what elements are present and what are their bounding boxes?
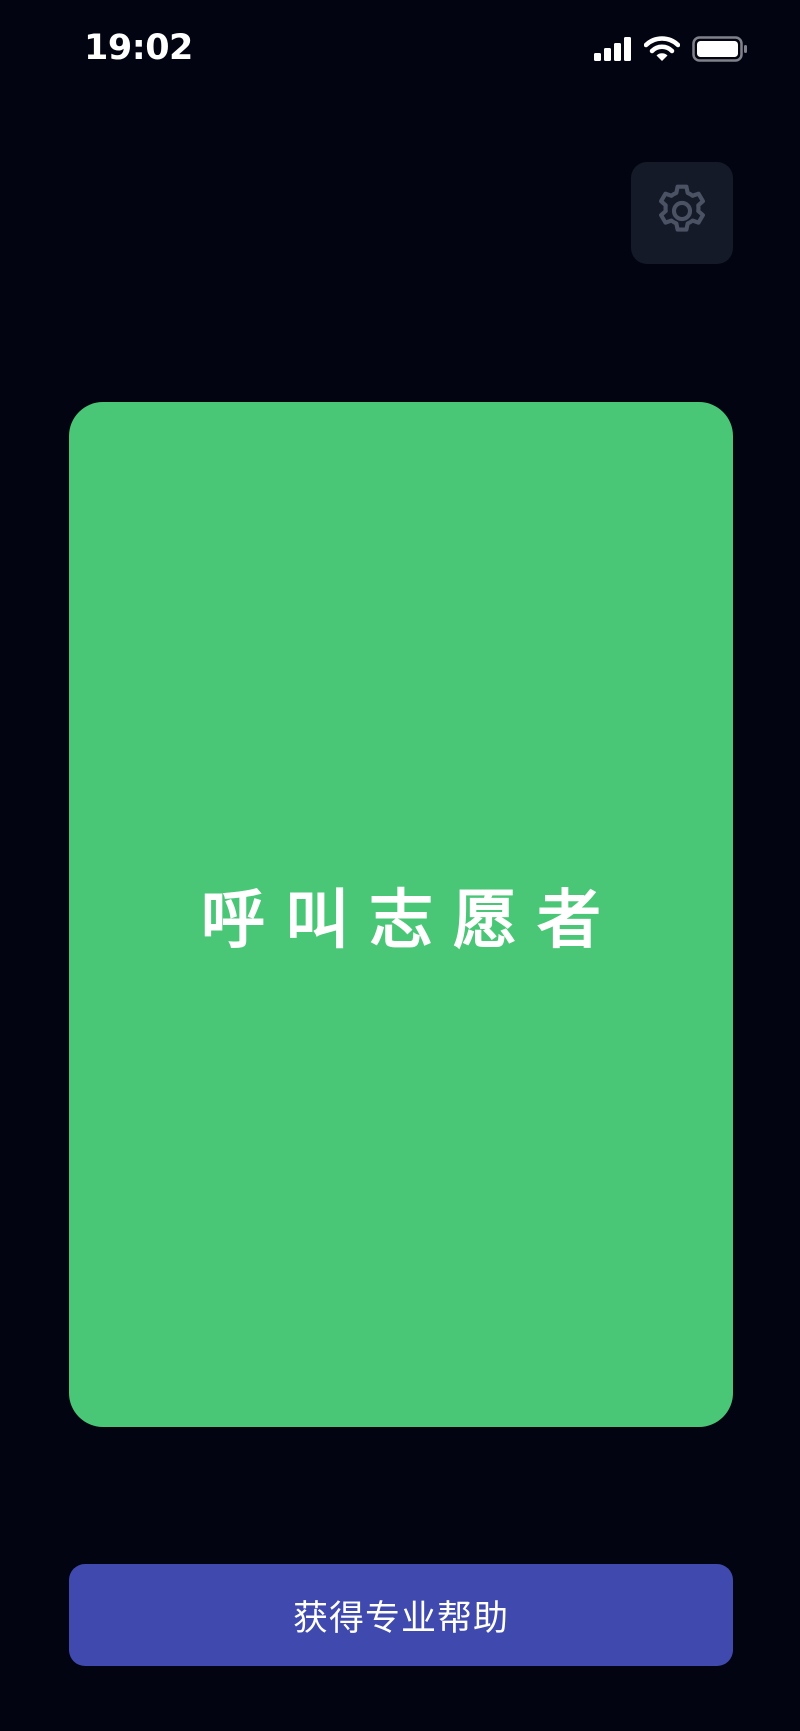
settings-button[interactable] bbox=[631, 162, 733, 264]
status-icons bbox=[594, 36, 748, 66]
call-volunteer-label: 呼叫志愿者 bbox=[201, 883, 621, 958]
wifi-icon bbox=[643, 36, 681, 66]
app-screen: 19:02 呼叫志愿者 获得专业帮助 bbox=[0, 0, 800, 1731]
get-professional-help-label: 获得专业帮助 bbox=[292, 1598, 509, 1639]
get-professional-help-button[interactable]: 获得专业帮助 bbox=[69, 1564, 733, 1666]
status-bar: 19:02 bbox=[0, 0, 800, 100]
battery-icon bbox=[692, 36, 748, 66]
call-volunteer-button[interactable]: 呼叫志愿者 bbox=[69, 402, 733, 1427]
gear-icon bbox=[651, 180, 713, 246]
signal-icon bbox=[594, 37, 632, 65]
status-time: 19:02 bbox=[84, 28, 193, 68]
